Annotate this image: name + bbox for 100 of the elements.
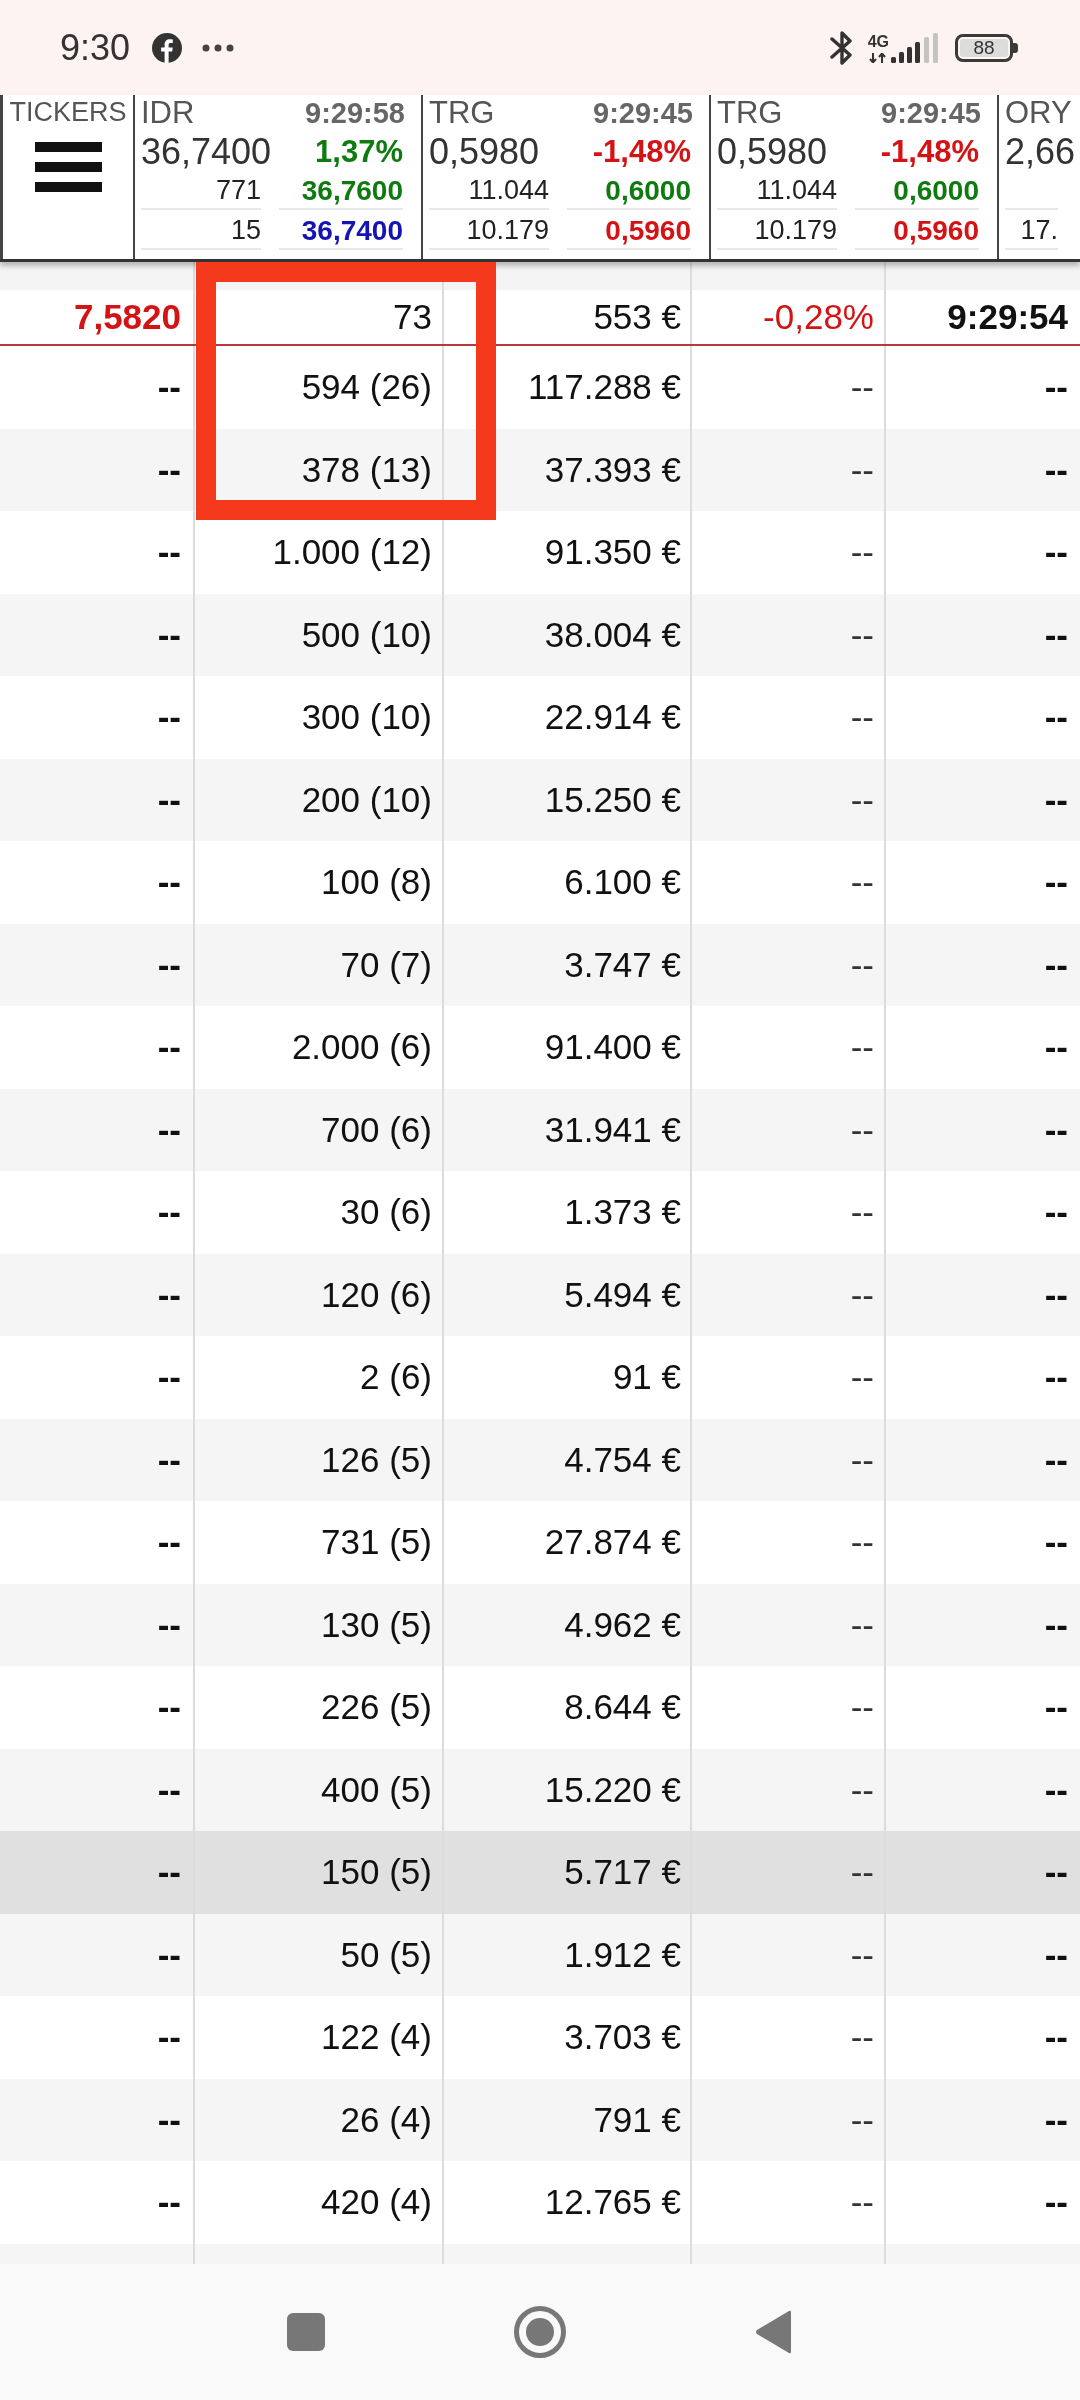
table-cell: 378 (13) [301,449,432,490]
ticker-quote: 0,6000 [605,174,691,207]
table-cell: -- [157,697,181,738]
table-row[interactable]: -- 120 (6) 5.494 € -- -- [0,1253,1080,1336]
ticker-card[interactable]: TRG 9:29:45 0,5980 -1,48% 11.044 0,6000 10.179 0,5960 [423,95,711,259]
table-cell: -- [850,1604,874,1645]
table-cell: -- [157,1109,181,1150]
ticker-volume: 10.179 [754,215,837,246]
table-row[interactable]: -- 130 (5) 4.962 € -- -- [0,1583,1080,1666]
table-cell: -- [1044,2099,1068,2140]
bluetooth-icon [829,28,854,67]
table-row[interactable]: -- 400 (5) 15.220 € -- -- [0,1748,1080,1831]
facebook-icon [152,32,183,63]
table-cell: 126 (5) [321,1439,432,1480]
back-icon[interactable] [755,2310,793,2354]
table-cell: 1.000 (12) [272,532,432,573]
table-cell: -- [850,1274,874,1315]
ticker-change: 1,37% [315,134,403,170]
battery-indicator: 88 [955,33,1018,62]
ticker-card[interactable]: ORY 2,66 17. [999,95,1080,259]
ticker-quote: 0,6000 [893,174,979,207]
table-cell: -- [1044,1604,1068,1645]
table-cell: -- [157,944,181,985]
table-cell: -- [1044,1522,1068,1563]
table-cell: -- [850,1687,874,1728]
table-cell: 3.747 € [564,944,681,985]
table-cell: -- [850,532,874,573]
table-cell: -- [850,2099,874,2140]
table-cell: -- [1044,1274,1068,1315]
table-cell: -- [850,1109,874,1150]
table-row[interactable]: -- 26 (4) 791 € -- -- [0,2078,1080,2161]
table-cell: -- [157,862,181,903]
ticker-volume: 17. [1020,215,1058,246]
table-cell: -- [157,1027,181,1068]
table-cell: 73 [393,297,432,337]
table-cell: 300 (10) [301,697,432,738]
table-cell: 150 (5) [321,1852,432,1893]
table-cell: -- [850,1027,874,1068]
table-row[interactable]: -- 126 (5) 4.754 € -- -- [0,1418,1080,1501]
ticker-change: -1,48% [880,134,979,170]
ticker-quote: 36,7400 [301,214,403,247]
ticker-card[interactable]: TRG 9:29:45 0,5980 -1,48% 11.044 0,6000 10.179 0,5960 [711,95,999,259]
home-icon[interactable] [514,2306,566,2358]
table-cell: 3.703 € [564,2017,681,2058]
table-cell: -- [157,1522,181,1563]
table-cell: -- [850,944,874,985]
table-row[interactable]: -- 378 (13) 37.393 € -- -- [0,428,1080,511]
table-row[interactable]: -- 50 (5) 1.912 € -- -- [0,1913,1080,1996]
table-cell: -- [1044,944,1068,985]
table-cell: -- [1044,1192,1068,1233]
table-cell: 4.754 € [564,1439,681,1480]
table-cell: -- [157,367,181,408]
table-cell: 5.717 € [564,1852,681,1893]
table-cell: -- [1044,1769,1068,1810]
table-cell: -- [850,1192,874,1233]
table-cell: -- [1044,2182,1068,2223]
table-row[interactable]: -- 200 (10) 15.250 € -- -- [0,758,1080,841]
table-cell: -- [1044,614,1068,655]
table-cell: -- [1044,1934,1068,1975]
table-cell: -- [1044,862,1068,903]
table-cell: -- [850,1522,874,1563]
table-row[interactable]: -- 150 (5) 5.717 € -- -- [0,1831,1080,1914]
table-cell: -- [157,1192,181,1233]
ticker-volume: 771 [215,175,261,206]
ticker-quote: 0,5960 [605,214,691,247]
table-cell: 100 (8) [321,862,432,903]
table-cell: 594 (26) [301,367,432,408]
network-type-label: 4G [867,33,889,50]
table-cell: -- [850,1934,874,1975]
table-cell: 200 (10) [301,779,432,820]
ticker-symbol: IDR [141,95,195,131]
table-cell: 91.400 € [544,1027,681,1068]
table-cell: 37.393 € [544,449,681,490]
table-cell: -- [850,1852,874,1893]
ticker-volume: 15 [230,215,261,246]
table-cell: -- [1044,532,1068,573]
table-row[interactable]: -- 70 (7) 3.747 € -- -- [0,923,1080,1006]
ticker-card[interactable]: IDR 9:29:58 36,7400 1,37% 771 36,7600 15 36,7400 [135,95,423,259]
table-cell: -- [1044,1687,1068,1728]
table-cell: 15.220 € [544,1769,681,1810]
table-cell: 6.100 € [564,862,681,903]
recents-icon[interactable] [287,2313,325,2351]
table-cell: 12.765 € [544,2182,681,2223]
table-cell: -- [157,1357,181,1398]
ticker-price: 2,66 [1005,131,1076,173]
ticker-time: 9:29:45 [881,96,981,130]
table-cell: 420 (4) [321,2182,432,2223]
menu-icon [34,142,102,192]
table-row[interactable]: -- 700 (6) 31.941 € -- -- [0,1088,1080,1171]
table-cell: 50 (5) [340,1934,432,1975]
table-cell: -- [157,2182,181,2223]
table-cell: -- [1044,1109,1068,1150]
ticker-time: 9:29:58 [305,96,405,130]
table-cell: 117.288 € [527,367,681,408]
table-row[interactable]: -- 500 (10) 38.004 € -- -- [0,593,1080,676]
tickers-menu-button[interactable]: TICKERS [0,95,135,259]
table-cell: 31.941 € [544,1109,681,1150]
ticker-time: 9:29:45 [593,96,693,130]
table-cell: 120 (6) [321,1274,432,1315]
ticker-symbol: ORY [1005,95,1072,131]
